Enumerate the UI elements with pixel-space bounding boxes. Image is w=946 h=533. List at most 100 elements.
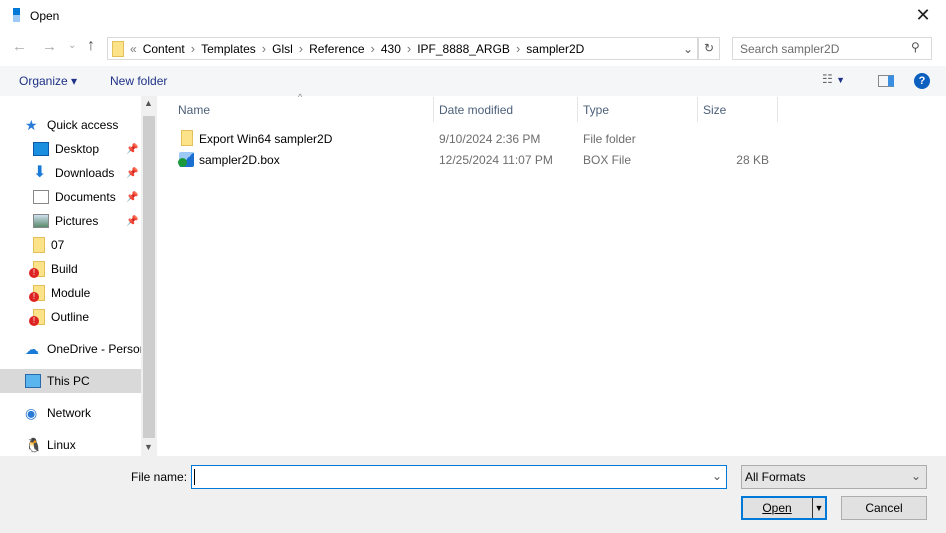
sidebar-item[interactable]: ◉ Network	[0, 401, 141, 425]
file-name-label: File name:	[131, 470, 188, 484]
search-icon: ⚲	[911, 40, 920, 54]
folder-icon	[181, 130, 193, 146]
sidebar-item[interactable]: This PC	[0, 369, 141, 393]
window-title: Open	[30, 9, 60, 23]
file-type: BOX File	[583, 153, 632, 167]
breadcrumb-chevron-icon[interactable]: ›	[516, 41, 520, 56]
breadcrumb-item[interactable]: Templates	[201, 42, 256, 56]
new-folder-button[interactable]: New folder	[110, 74, 167, 88]
breadcrumb-item[interactable]: Glsl	[272, 42, 293, 56]
scroll-up-arrow[interactable]: ▲	[144, 98, 153, 108]
search-input[interactable]: Search sampler2D	[732, 37, 932, 60]
star-icon: ★	[25, 117, 38, 133]
scroll-down-arrow[interactable]: ▼	[144, 442, 153, 452]
folder-icon	[33, 237, 45, 253]
sidebar-item[interactable]: Desktop 📌	[0, 137, 141, 161]
column-header-name[interactable]: Name	[178, 103, 210, 117]
breadcrumb-chevron-icon[interactable]: ›	[371, 41, 375, 56]
folder-warning-icon: !	[29, 261, 45, 278]
sidebar-item-label: Desktop	[55, 142, 100, 156]
app-icon	[13, 8, 20, 22]
breadcrumb-item[interactable]: 430	[381, 42, 401, 56]
organize-button[interactable]: Organize ▾	[19, 74, 77, 88]
back-button[interactable]: ←	[12, 38, 27, 55]
file-name-dropdown-icon[interactable]: ⌄	[712, 469, 722, 483]
sidebar-item[interactable]: ★ Quick access	[0, 113, 141, 137]
sidebar-item-label: Outline	[51, 310, 90, 324]
text-cursor	[194, 469, 195, 485]
column-header-date[interactable]: Date modified	[439, 103, 513, 117]
sidebar-item[interactable]: ! Outline	[0, 305, 141, 329]
sidebar-item[interactable]: ⬇ Downloads 📌	[0, 161, 141, 185]
breadcrumb-chevron-icon[interactable]: ›	[299, 41, 303, 56]
open-button[interactable]: Open ▼	[741, 496, 827, 520]
navigation-pane: ★ Quick access Desktop 📌 ⬇ Downloads 📌 Document…	[0, 96, 141, 456]
breadcrumb-chevron-icon[interactable]: ›	[262, 41, 266, 56]
sidebar-item-label: Build	[51, 262, 78, 276]
cloud-icon: ☁	[25, 341, 39, 357]
file-type-value: All Formats	[745, 470, 806, 484]
cancel-button[interactable]: Cancel	[841, 496, 927, 520]
refresh-button[interactable]: ↻	[698, 37, 720, 60]
sidebar-item[interactable]: Pictures 📌	[0, 209, 141, 233]
breadcrumb-chevron-icon[interactable]: ›	[191, 41, 195, 56]
file-type-select[interactable]: All Formats ⌄	[741, 465, 927, 489]
sidebar-item[interactable]: ☁ OneDrive - Persor	[0, 337, 141, 361]
sidebar-item-label: Module	[51, 286, 91, 300]
column-divider[interactable]	[577, 97, 578, 122]
column-divider[interactable]	[777, 97, 778, 122]
column-header-type[interactable]: Type	[583, 103, 609, 117]
forward-button[interactable]: →	[42, 38, 57, 55]
pin-icon: 📌	[126, 167, 139, 179]
folder-icon	[112, 40, 124, 57]
sidebar-item[interactable]: Documents 📌	[0, 185, 141, 209]
file-date: 12/25/2024 11:07 PM	[439, 153, 553, 167]
file-date: 9/10/2024 2:36 PM	[439, 132, 541, 146]
breadcrumb-item[interactable]: Reference	[309, 42, 364, 56]
download-icon: ⬇	[33, 164, 47, 181]
sidebar-item[interactable]: 07	[0, 233, 141, 257]
address-dropdown-icon[interactable]: ⌄	[683, 42, 693, 56]
file-row[interactable]: Export Win64 sampler2D 9/10/2024 2:36 PM F…	[178, 128, 778, 149]
file-name: sampler2D.box	[199, 153, 280, 167]
pin-icon: 📌	[126, 143, 139, 155]
pin-icon: 📌	[126, 191, 139, 203]
file-type: File folder	[583, 132, 636, 146]
breadcrumb-item[interactable]: IPF_8888_ARGB	[417, 42, 510, 56]
breadcrumb-item[interactable]: Content	[143, 42, 185, 56]
overflow-chevron[interactable]: «	[130, 42, 137, 56]
column-header-size[interactable]: Size	[703, 103, 726, 117]
close-button[interactable]: ✕	[908, 4, 938, 28]
computer-icon	[25, 374, 41, 388]
open-dropdown-arrow[interactable]: ▼	[812, 498, 825, 518]
chevron-down-icon: ⌄	[910, 469, 921, 483]
sidebar-item[interactable]: 🐧 Linux	[0, 433, 141, 457]
linux-icon: 🐧	[25, 437, 43, 453]
sidebar-item-label: Linux	[47, 438, 76, 452]
column-divider[interactable]	[697, 97, 698, 122]
file-row[interactable]: sampler2D.box 12/25/2024 11:07 PM BOX File…	[178, 149, 778, 170]
column-divider[interactable]	[433, 97, 434, 122]
sidebar-item-label: Network	[47, 406, 92, 420]
scrollbar-thumb[interactable]	[143, 116, 155, 438]
sidebar-item-label: Documents	[55, 190, 116, 204]
view-options-icon[interactable]: ☷ ▼	[822, 72, 845, 86]
pin-icon: 📌	[126, 215, 139, 227]
sidebar-item-label: Quick access	[47, 118, 119, 132]
sidebar-item[interactable]: ! Module	[0, 281, 141, 305]
help-icon[interactable]: ?	[914, 73, 930, 89]
pictures-icon	[33, 214, 49, 228]
documents-icon	[33, 190, 49, 204]
address-bar[interactable]: « Content › Templates › Glsl › Reference › 430 › I…	[107, 37, 698, 60]
recent-locations-button[interactable]: ⌄	[68, 40, 76, 51]
preview-pane-icon[interactable]	[878, 75, 894, 87]
sort-ascending-icon: ^	[298, 92, 303, 102]
up-button[interactable]: ↑	[87, 37, 95, 55]
title-bar: Open ✕	[0, 0, 946, 32]
sidebar-item-label: 07	[51, 238, 65, 252]
breadcrumb-chevron-icon[interactable]: ›	[407, 41, 411, 56]
network-icon: ◉	[25, 405, 38, 421]
sidebar-item[interactable]: ! Build	[0, 257, 141, 281]
breadcrumb-item[interactable]: sampler2D	[526, 42, 584, 56]
file-name-input[interactable]: ⌄	[191, 465, 727, 489]
